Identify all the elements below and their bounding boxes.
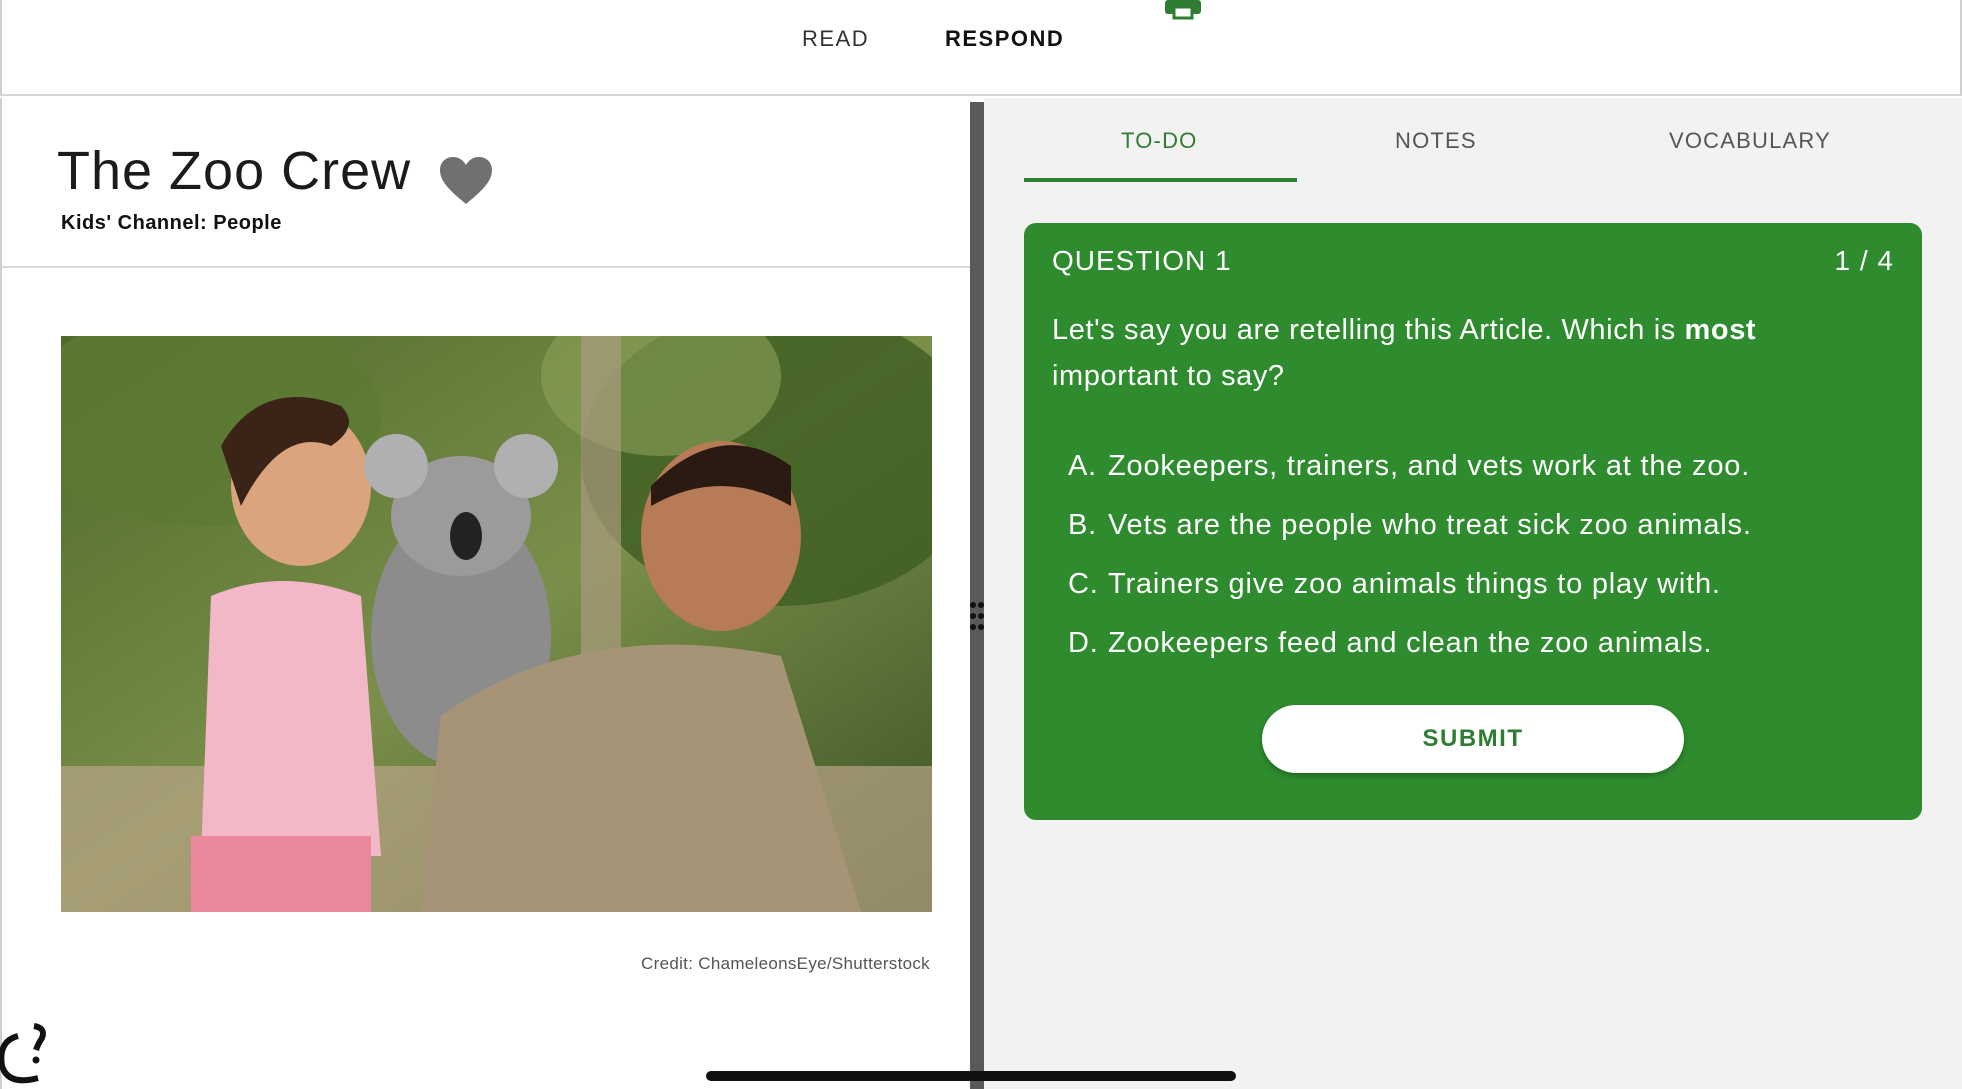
tab-notes[interactable]: NOTES	[1395, 128, 1477, 154]
option-letter: C.	[1068, 568, 1099, 600]
tab-vocabulary[interactable]: VOCABULARY	[1669, 128, 1831, 154]
respond-tab[interactable]: RESPOND	[945, 26, 1064, 52]
question-text-part: Let's say you are retelling this Article…	[1052, 314, 1685, 346]
answer-option-c[interactable]: C. Trainers give zoo animals things to p…	[1068, 555, 1752, 614]
tab-todo[interactable]: TO-DO	[1121, 128, 1197, 154]
answer-option-b[interactable]: B. Vets are the people who treat sick zo…	[1068, 496, 1752, 555]
respond-pane: TO-DO NOTES VOCABULARY QUESTION 1 1 / 4 …	[984, 98, 1962, 1089]
option-letter: D.	[1068, 627, 1099, 659]
article-title: The Zoo Crew	[57, 141, 412, 201]
respond-tabs: TO-DO NOTES VOCABULARY	[1024, 98, 1922, 182]
option-text: Zookeepers, trainers, and vets work at t…	[1108, 450, 1751, 482]
heart-icon[interactable]	[439, 156, 493, 206]
option-text: Vets are the people who treat sick zoo a…	[1108, 509, 1752, 541]
answer-options: A. Zookeepers, trainers, and vets work a…	[1068, 437, 1752, 673]
answer-option-a[interactable]: A. Zookeepers, trainers, and vets work a…	[1068, 437, 1752, 496]
question-text-part: important to say?	[1052, 360, 1285, 392]
submit-button[interactable]: SUBMIT	[1262, 705, 1684, 773]
app-logo-icon	[0, 1023, 46, 1084]
question-text-emphasis: most	[1684, 314, 1757, 346]
question-text: Let's say you are retelling this Article…	[1052, 307, 1872, 399]
print-icon[interactable]	[1165, 0, 1201, 20]
answer-option-d[interactable]: D. Zookeepers feed and clean the zoo ani…	[1068, 614, 1752, 673]
question-label: QUESTION 1	[1052, 245, 1232, 276]
question-card: QUESTION 1 1 / 4 Let's say you are retel…	[1024, 223, 1922, 820]
top-navigation-bar: READ RESPOND	[0, 0, 1962, 96]
active-tab-indicator	[1024, 178, 1297, 182]
article-channel: Kids' Channel: People	[61, 212, 282, 234]
option-letter: B.	[1068, 509, 1097, 541]
photo-credit: Credit: ChameleonsEye/Shutterstock	[641, 954, 930, 973]
read-tab[interactable]: READ	[802, 26, 869, 52]
article-pane: The Zoo Crew Kids' Channel: People Credi…	[0, 98, 972, 1089]
option-letter: A.	[1068, 450, 1097, 482]
article-header: The Zoo Crew Kids' Channel: People	[2, 98, 972, 268]
option-text: Trainers give zoo animals things to play…	[1108, 568, 1721, 600]
article-photo	[61, 336, 932, 912]
option-text: Zookeepers feed and clean the zoo animal…	[1108, 627, 1713, 659]
home-indicator[interactable]	[706, 1071, 1236, 1081]
question-count: 1 / 4	[1834, 245, 1894, 276]
pane-divider	[970, 102, 984, 1089]
